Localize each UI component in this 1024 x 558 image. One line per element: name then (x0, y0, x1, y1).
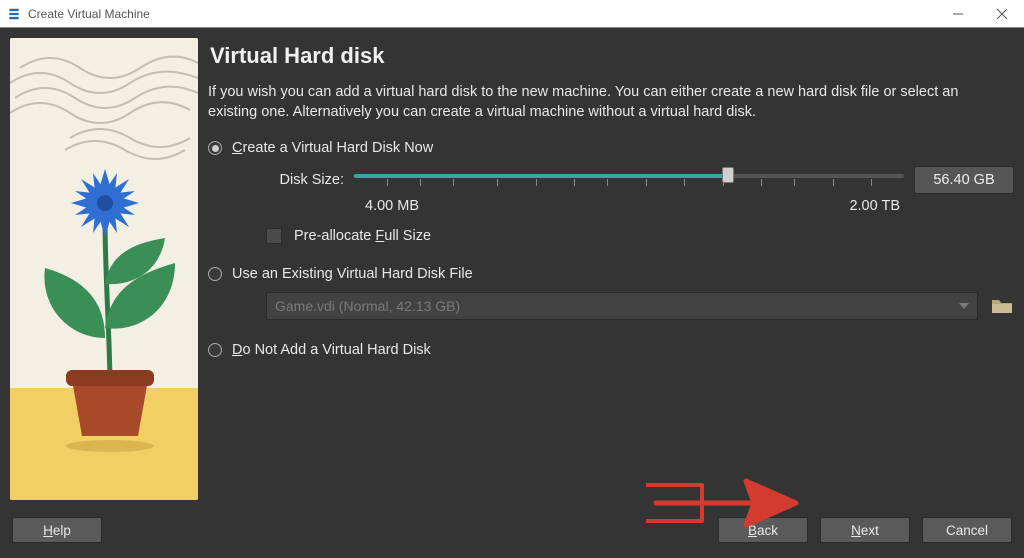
help-button[interactable]: Help (12, 517, 102, 543)
slider-thumb[interactable] (722, 167, 734, 183)
preallocate-checkbox[interactable] (266, 228, 282, 244)
folder-icon (991, 297, 1013, 315)
title-bar: Create Virtual Machine (0, 0, 1024, 28)
back-button[interactable]: Back (718, 517, 808, 543)
window-title: Create Virtual Machine (28, 7, 150, 21)
minimize-button[interactable] (936, 0, 980, 28)
chevron-down-icon (959, 303, 969, 309)
app-icon (6, 6, 22, 22)
radio-no-disk[interactable] (208, 343, 222, 357)
option-create-disk-label: Create a Virtual Hard Disk Now (232, 140, 433, 156)
page-title: Virtual Hard disk (210, 43, 1014, 69)
wizard-panel: Virtual Hard disk If you wish you can ad… (208, 38, 1014, 510)
disk-size-min: 4.00 MB (365, 198, 419, 214)
existing-disk-value: Game.vdi (Normal, 42.13 GB) (275, 298, 460, 314)
wizard-illustration (10, 38, 198, 500)
option-no-disk[interactable]: Do Not Add a Virtual Hard Disk (208, 342, 1014, 358)
disk-size-value[interactable]: 56.40 GB (914, 166, 1014, 194)
option-create-disk[interactable]: Create a Virtual Hard Disk Now (208, 140, 1014, 156)
existing-disk-combo[interactable]: Game.vdi (Normal, 42.13 GB) (266, 292, 978, 320)
disk-size-max: 2.00 TB (849, 198, 900, 214)
browse-button[interactable] (990, 295, 1014, 317)
radio-create-disk[interactable] (208, 141, 222, 155)
disk-size-slider[interactable] (354, 167, 904, 193)
close-button[interactable] (980, 0, 1024, 28)
cancel-button[interactable]: Cancel (922, 517, 1012, 543)
option-use-existing[interactable]: Use an Existing Virtual Hard Disk File (208, 266, 1014, 282)
page-description: If you wish you can add a virtual hard d… (208, 83, 988, 122)
radio-use-existing[interactable] (208, 267, 222, 281)
option-no-disk-label: Do Not Add a Virtual Hard Disk (232, 342, 431, 358)
next-button[interactable]: Next (820, 517, 910, 543)
option-use-existing-label: Use an Existing Virtual Hard Disk File (232, 266, 473, 282)
wizard-footer: Help Back Next Cancel (0, 510, 1024, 558)
preallocate-label: Pre-allocate Full Size (294, 228, 431, 244)
disk-size-label: Disk Size: (266, 172, 344, 188)
